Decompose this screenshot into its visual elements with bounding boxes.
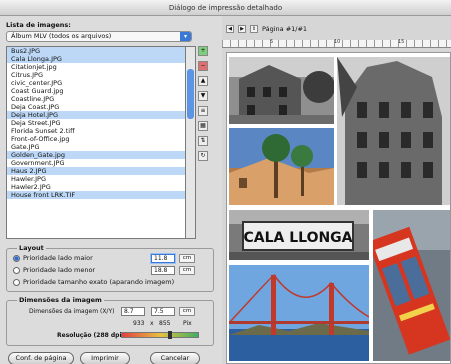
list-tools: + − ▲ ▼ ≡ ▦ ⇅ ↻ [198,46,212,166]
resolution-label: Resolução (288 dpi) [57,332,125,339]
shorter-side-unit[interactable]: cm [179,266,195,275]
ruler-mark: 10 [334,39,341,45]
layout-group: Layout Prioridade lado maior 11.8 cm Pri… [6,244,214,292]
priority-exact-size-label: Prioridade tamanho exato (aparando image… [23,278,175,286]
list-item[interactable]: Coast Guard.jpg [7,87,185,95]
grid-icon[interactable]: ▦ [198,121,208,131]
list-item[interactable]: House front LRK.TIF [7,191,185,199]
scrollbar-thumb[interactable] [187,69,194,119]
list-item[interactable]: Coastline.JPG [7,95,185,103]
list-item[interactable]: Golden_Gate.jpg [7,151,185,159]
preview-photo-golden-gate[interactable] [229,265,369,361]
pixel-separator: x [150,320,154,327]
height-field[interactable]: 7.5 [151,307,175,316]
album-select[interactable]: Álbum MLV (todos os arquivos) ▾ [6,31,192,42]
dimensions-group-title: Dimensões da imagem [17,296,104,304]
list-item[interactable]: Front-of-Office.jpg [7,135,185,143]
preview-photo-bus[interactable] [373,210,450,361]
image-list-label: Lista de imagens: [6,21,71,29]
preview-photo-deja-hotel[interactable] [229,57,334,124]
list-item[interactable]: Bus2.JPG [7,47,185,55]
preview-photo-house-front[interactable] [337,57,450,205]
preview-pane: ◀ ▶ ⇕ Página #1/#1 5 10 15 CALA LLONGA [222,16,451,364]
list-item[interactable]: Cala Llonga.JPG [7,55,185,63]
list-item[interactable]: Citationjet.jpg [7,63,185,71]
cancel-button[interactable]: Cancelar [150,352,200,364]
dimensions-unit[interactable]: cm [179,307,195,316]
page-setup-button[interactable]: Conf. de página [8,352,74,364]
list-item[interactable]: Deja Street.JPG [7,119,185,127]
remove-icon[interactable]: − [198,61,208,71]
preview-photo-cala-llonga[interactable]: CALA LLONGA [229,210,369,260]
list-item[interactable]: Hawler2.JPG [7,183,185,191]
ruler-mark: 5 [270,39,274,45]
longer-side-unit[interactable]: cm [179,254,195,263]
window-title: Diálogo de impressão detalhado [0,0,451,16]
layout-group-title: Layout [17,244,46,252]
sort-icon[interactable]: ⇅ [198,136,208,146]
next-page-icon[interactable]: ▶ [238,25,246,33]
list-item[interactable]: Florida Sunset 2.tiff [7,127,185,135]
image-list[interactable]: Bus2.JPG Cala Llonga.JPG Citationjet.jpg Ci… [6,46,186,239]
resolution-meter [121,331,199,339]
previous-page-icon[interactable]: ◀ [226,25,234,33]
shorter-side-field[interactable]: 18.8 [151,266,175,275]
album-select-value: Álbum MLV (todos os arquivos) [11,32,112,40]
preview-photo-deja-street[interactable] [229,128,334,205]
resolution-marker [167,331,172,339]
radio-icon [13,254,20,262]
ruler: 5 10 15 [222,40,451,48]
move-down-icon[interactable]: ▼ [198,91,208,101]
priority-exact-size-radio[interactable]: Prioridade tamanho exato (aparando image… [13,278,174,287]
sign-text: CALA LLONGA [243,230,352,246]
add-icon[interactable]: + [198,46,208,56]
options-pane: Lista de imagens: Álbum MLV (todos os ar… [0,16,222,364]
priority-longer-side-radio[interactable]: Prioridade lado maior [13,254,93,263]
list-item[interactable]: Government.JPG [7,159,185,167]
list-item[interactable]: Citrus.JPG [7,71,185,79]
dimensions-group: Dimensões da imagem Dimensões da imagem … [6,296,214,346]
select-all-icon[interactable]: ≡ [198,106,208,116]
priority-shorter-side-label: Prioridade lado menor [23,266,96,274]
list-item[interactable]: Deja Coast.JPG [7,103,185,111]
radio-icon [13,278,20,286]
rotate-icon[interactable]: ↻ [198,151,208,161]
move-up-icon[interactable]: ▲ [198,76,208,86]
print-button[interactable]: Imprimir [80,352,130,364]
list-item[interactable]: Haus 2.JPG [7,167,185,175]
chevron-down-icon: ▾ [180,32,191,41]
list-item[interactable]: Hawler.JPG [7,175,185,183]
priority-shorter-side-radio[interactable]: Prioridade lado menor [13,266,95,275]
list-item[interactable]: civic_center.JPG [7,79,185,87]
ruler-mark: 15 [398,39,405,45]
list-item[interactable]: Deja Hotel.JPG [7,111,185,119]
page-stepper-icon[interactable]: ⇕ [250,25,258,33]
priority-longer-side-label: Prioridade lado maior [23,254,93,262]
pixel-height: 855 [159,320,171,327]
radio-icon [13,266,20,274]
longer-side-field[interactable]: 11.8 [151,254,175,263]
page-label: Página #1/#1 [262,25,308,33]
width-field[interactable]: 8.7 [121,307,145,316]
pixel-width: 933 [133,320,145,327]
dimensions-label: Dimensões da imagem (X/Y) [29,308,115,315]
pixel-unit: Pix [183,320,192,327]
print-preview-page: CALA LLONGA [226,52,451,364]
list-item[interactable]: Gate.JPG [7,143,185,151]
image-list-scrollbar[interactable] [186,46,196,239]
